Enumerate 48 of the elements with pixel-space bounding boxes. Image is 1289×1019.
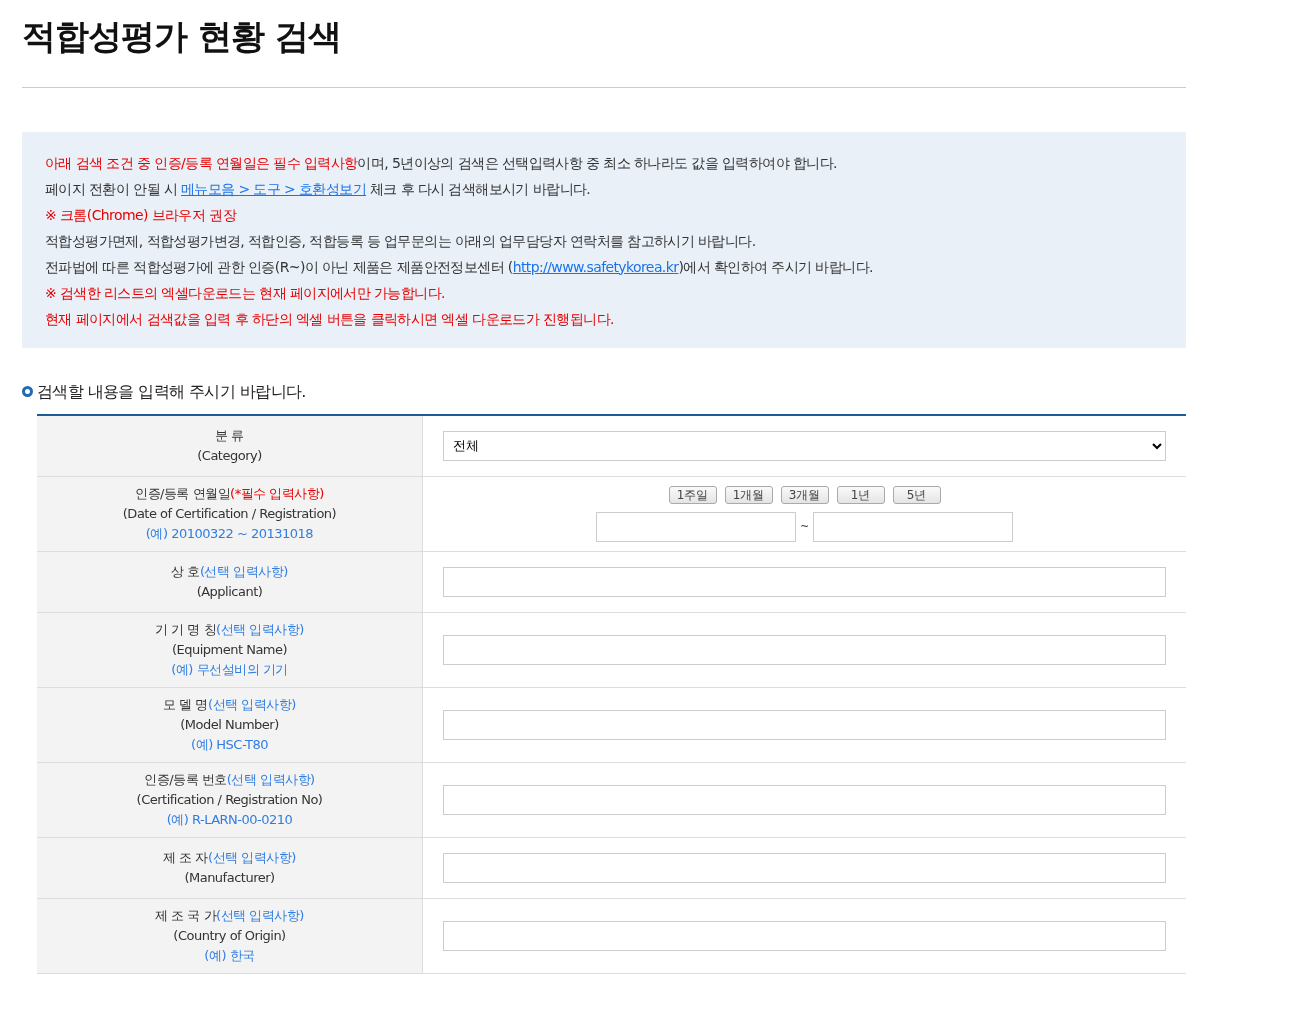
- period-button[interactable]: 5년: [892, 485, 941, 504]
- english-label: (Category): [197, 446, 262, 465]
- field-label: 제 조 자(선택 입력사항): [163, 848, 296, 867]
- field-label: 분 류: [215, 426, 244, 445]
- notice-link[interactable]: http://www.safetykorea.kr: [512, 258, 679, 275]
- period-button[interactable]: 1주일: [668, 485, 717, 504]
- example-text: (예) 무선설비의 기기: [171, 660, 288, 679]
- field-label: 인증/등록 번호(선택 입력사항): [144, 770, 315, 789]
- text-field[interactable]: [443, 566, 1166, 597]
- text-field[interactable]: [443, 920, 1166, 951]
- period-button[interactable]: 1년: [836, 485, 885, 504]
- example-text: (예) 20100322 ~ 20131018: [145, 524, 314, 543]
- field-label: 상 호(선택 입력사항): [171, 562, 288, 581]
- english-label: (Model Number): [180, 715, 279, 734]
- page-title: 적합성평가 현황 검색: [22, 16, 1186, 88]
- text-field[interactable]: [443, 709, 1166, 740]
- text-field[interactable]: [443, 852, 1166, 883]
- text-field[interactable]: [443, 634, 1166, 665]
- notice-text: ※ 검색한 리스트의 엑셀다운로드는 현재 페이지에서만 가능합니다.: [45, 283, 446, 303]
- english-label: (Country of Origin): [173, 926, 286, 945]
- example-text: (예) 한국: [204, 946, 255, 965]
- notice-text: 전파법에 따른 적합성평가에 관한 인증(R~)이 아닌 제품은 제품안전정보센터 (http://www.safetykorea.kr)에서 확인하여 주시기 바랍니다.: [45, 257, 874, 277]
- english-label: (Certification / Registration No): [136, 790, 323, 809]
- notice-text: 페이지 전환이 안될 시 메뉴모음 > 도구 > 호환성보기 체크 후 다시 검색해보시기 바랍니다.: [45, 179, 592, 199]
- date-field[interactable]: [595, 511, 796, 542]
- example-text: (예) HSC-T80: [191, 735, 268, 754]
- example-text: (예) R-LARN-00-0210: [166, 810, 293, 829]
- period-button[interactable]: 3개월: [780, 485, 829, 504]
- bullet-icon: [22, 386, 33, 398]
- english-label: (Applicant): [196, 582, 263, 601]
- english-label: (Equipment Name): [171, 640, 288, 659]
- field-label: 제 조 국 가(선택 입력사항): [155, 906, 304, 925]
- english-label: (Manufacturer): [184, 868, 275, 887]
- notice-text: 아래 검색 조건 중 인증/등록 연월일은 필수 입력사항이며, 5년이상의 검색은 선택입력사항 중 최소 하나라도 값을 입력하여야 합니다.: [45, 153, 838, 173]
- field-label: 모 델 명(선택 입력사항): [163, 695, 296, 714]
- period-button[interactable]: 1개월: [724, 485, 773, 504]
- notice-text: 현재 페이지에서 검색값을 입력 후 하단의 엑셀 버튼을 클릭하시면 엑셀 다운로드가 진행됩니다.: [45, 309, 615, 329]
- category-select[interactable]: 전체: [443, 430, 1166, 461]
- section-heading: 검색할 내용을 입력해 주시기 바랍니다.: [37, 380, 306, 403]
- notice-text: 적합성평가면제, 적합성평가변경, 적합인증, 적합등록 등 업무문의는 아래의 업무담당자 연락처를 참고하시기 바랍니다.: [45, 231, 757, 251]
- date-field[interactable]: [813, 511, 1014, 542]
- text-field[interactable]: [443, 784, 1166, 815]
- english-label: (Date of Certification / Registration): [122, 504, 337, 523]
- notice-text: ※ 크롬(Chrome) 브라우저 권장: [45, 205, 238, 225]
- range-separator: ~: [799, 518, 810, 535]
- field-label: 기 기 명 칭(선택 입력사항): [155, 620, 304, 639]
- notice-link[interactable]: 메뉴모음 > 도구 > 호환성보기: [181, 180, 367, 197]
- field-label: 인증/등록 연월일(*필수 입력사항): [135, 484, 324, 503]
